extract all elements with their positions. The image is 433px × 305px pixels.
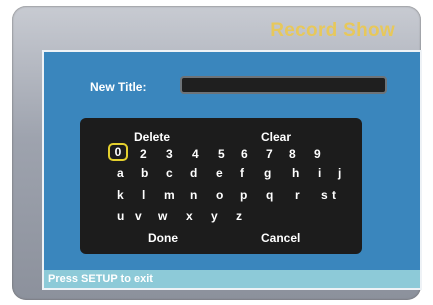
done-key[interactable]: Done bbox=[148, 231, 178, 245]
key-8[interactable]: 8 bbox=[289, 147, 296, 161]
key-e[interactable]: e bbox=[216, 166, 223, 180]
key-9[interactable]: 9 bbox=[314, 147, 321, 161]
key-m[interactable]: m bbox=[164, 188, 175, 202]
clear-key[interactable]: Clear bbox=[261, 130, 291, 144]
cancel-key[interactable]: Cancel bbox=[261, 231, 300, 245]
key-v[interactable]: v bbox=[135, 209, 142, 223]
on-screen-keyboard: Delete Clear 0 2 3 4 5 6 7 8 9 a b c d e… bbox=[80, 118, 362, 254]
key-p[interactable]: p bbox=[240, 188, 247, 202]
key-z[interactable]: z bbox=[236, 209, 242, 223]
key-g[interactable]: g bbox=[264, 166, 271, 180]
delete-key[interactable]: Delete bbox=[134, 130, 170, 144]
key-d[interactable]: d bbox=[190, 166, 197, 180]
key-q[interactable]: q bbox=[266, 188, 273, 202]
key-k[interactable]: k bbox=[117, 188, 124, 202]
key-f[interactable]: f bbox=[240, 166, 244, 180]
key-y[interactable]: y bbox=[211, 209, 218, 223]
key-l[interactable]: l bbox=[142, 188, 145, 202]
key-t[interactable]: t bbox=[332, 188, 336, 202]
key-b[interactable]: b bbox=[141, 166, 148, 180]
key-4[interactable]: 4 bbox=[192, 147, 199, 161]
key-w[interactable]: w bbox=[158, 209, 167, 223]
dialog-frame: Record Show New Title: Delete Clear 0 2 … bbox=[12, 6, 422, 300]
key-6[interactable]: 6 bbox=[241, 147, 248, 161]
key-a[interactable]: a bbox=[117, 166, 124, 180]
dialog-title: Record Show bbox=[270, 20, 395, 41]
key-u[interactable]: u bbox=[117, 209, 124, 223]
key-3[interactable]: 3 bbox=[166, 147, 173, 161]
new-title-field[interactable] bbox=[180, 76, 387, 94]
key-2[interactable]: 2 bbox=[140, 147, 147, 161]
key-o[interactable]: o bbox=[216, 188, 223, 202]
key-5[interactable]: 5 bbox=[218, 147, 225, 161]
key-s[interactable]: s bbox=[321, 188, 328, 202]
status-bar: Press SETUP to exit bbox=[44, 270, 420, 288]
key-n[interactable]: n bbox=[190, 188, 197, 202]
key-7[interactable]: 7 bbox=[266, 147, 273, 161]
key-j[interactable]: j bbox=[338, 166, 341, 180]
key-c[interactable]: c bbox=[166, 166, 173, 180]
key-0[interactable]: 0 bbox=[108, 143, 128, 161]
key-h[interactable]: h bbox=[292, 166, 299, 180]
key-i[interactable]: i bbox=[318, 166, 321, 180]
key-x[interactable]: x bbox=[186, 209, 193, 223]
record-show-panel: New Title: Delete Clear 0 2 3 4 5 6 7 8 … bbox=[42, 50, 422, 290]
key-r[interactable]: r bbox=[295, 188, 300, 202]
new-title-label: New Title: bbox=[90, 80, 147, 94]
